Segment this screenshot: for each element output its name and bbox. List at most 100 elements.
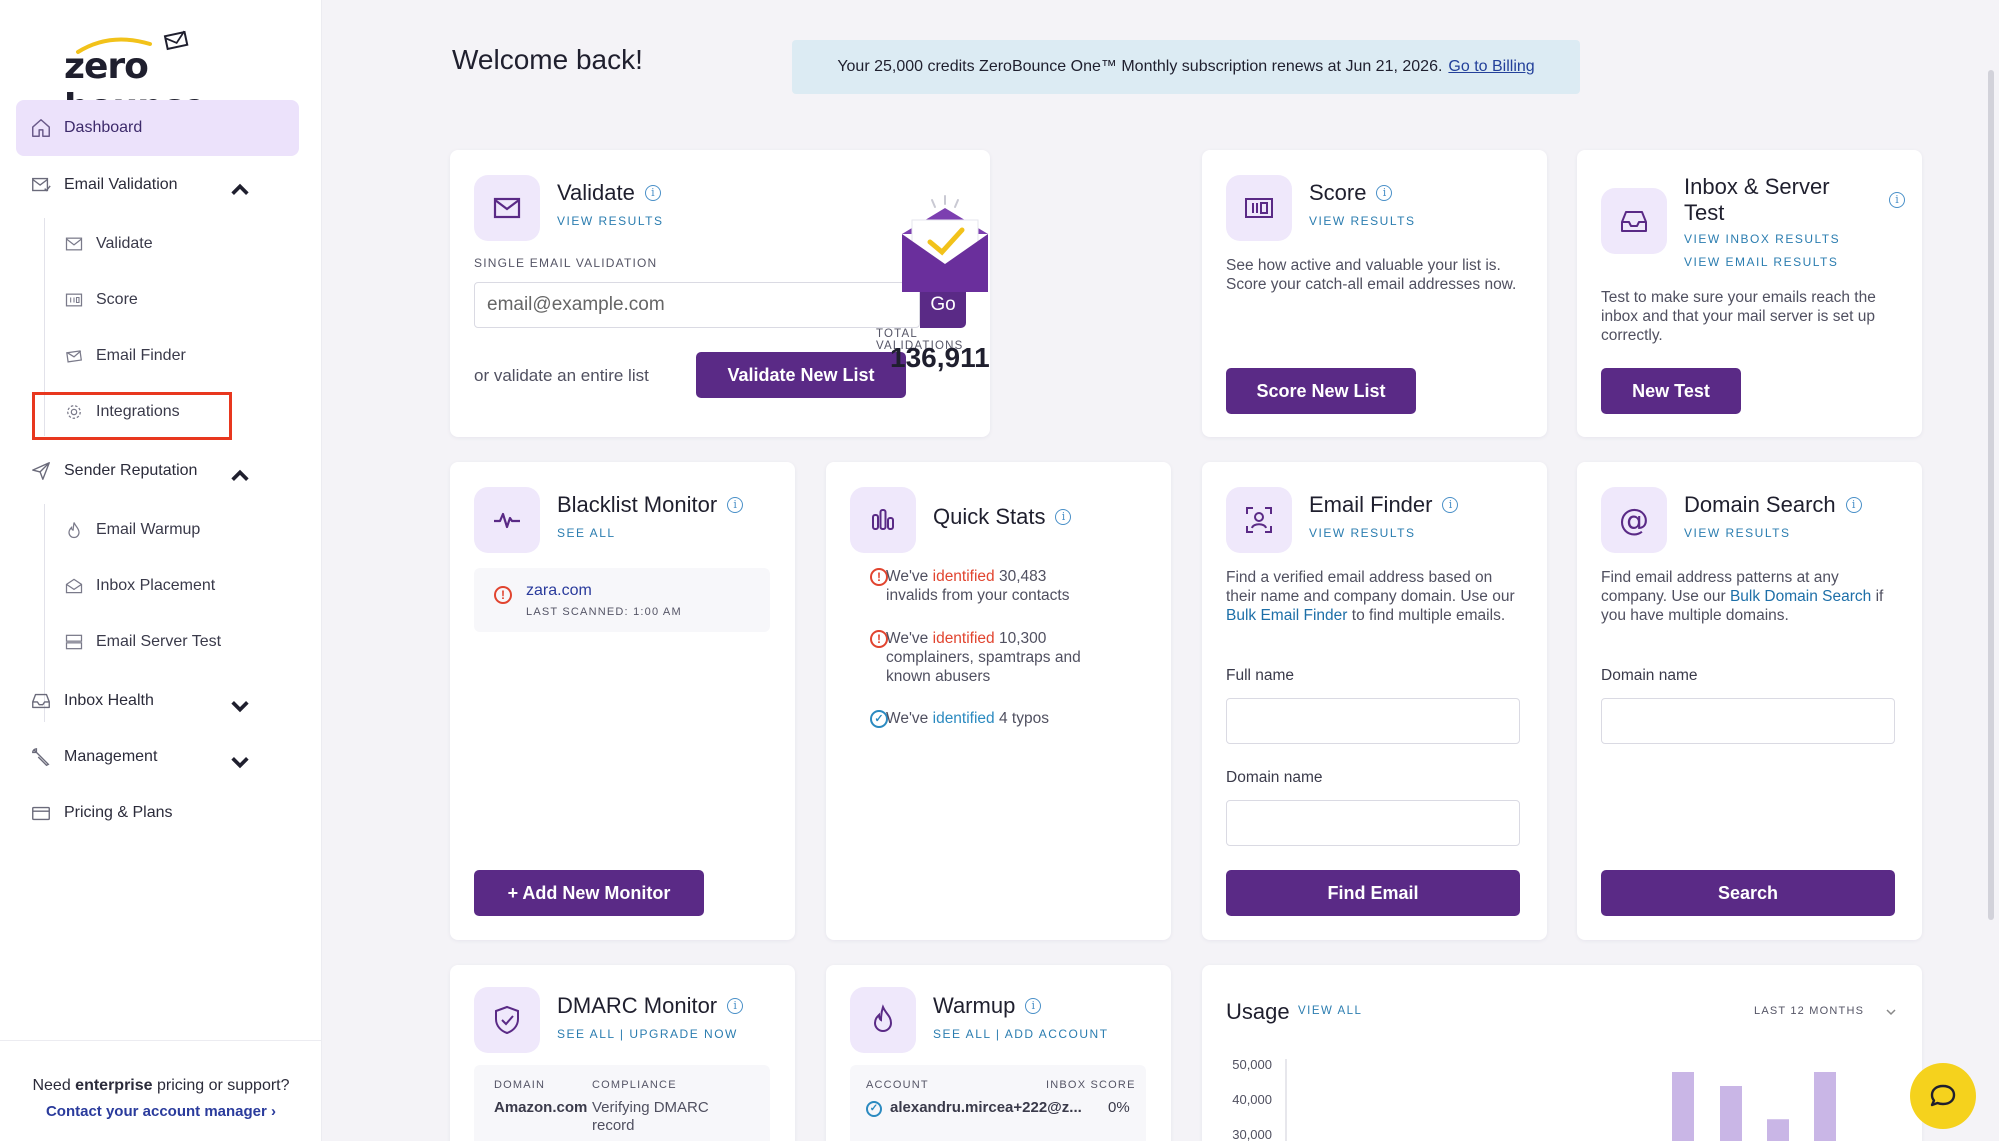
server-icon <box>65 634 83 650</box>
full-name-input[interactable] <box>1226 698 1520 744</box>
search-button[interactable]: Search <box>1601 870 1895 916</box>
sidebar-item-label: Email Validation <box>64 176 178 193</box>
usage-bar[interactable] <box>1814 1072 1836 1141</box>
blacklist-see-all-link[interactable]: SEE ALL <box>557 526 616 540</box>
bulk-email-finder-link[interactable]: Bulk Email Finder <box>1226 607 1347 624</box>
domain-name-label: Domain name <box>1601 667 1698 684</box>
info-icon[interactable]: i <box>1845 497 1862 513</box>
bar-chart-icon <box>872 509 894 530</box>
score-new-list-button[interactable]: Score New List <box>1226 368 1416 414</box>
domain-view-results-link[interactable]: VIEW RESULTS <box>1684 526 1790 540</box>
sidebar-item-email-finder[interactable]: Email Finder <box>64 346 186 366</box>
usage-bar[interactable] <box>1720 1086 1742 1141</box>
y-tick-label: 50,000 <box>1232 1057 1272 1072</box>
main-scrollbar[interactable] <box>1988 70 1994 920</box>
domain-name-input[interactable] <box>1601 698 1895 744</box>
validate-view-results-link[interactable]: VIEW RESULTS <box>557 214 663 228</box>
warmup-links[interactable]: SEE ALL | ADD ACCOUNT <box>933 1027 1109 1041</box>
banner-text: Your 25,000 credits ZeroBounce One™ Mont… <box>837 58 1443 75</box>
domain-search-icon-tile: @ <box>1601 487 1667 553</box>
inbox-title-line2: Test <box>1684 200 1725 225</box>
sidebar-item-validate[interactable]: Validate <box>64 234 153 254</box>
chat-button[interactable] <box>1910 1063 1976 1129</box>
sidebar-item-score[interactable]: Score <box>64 290 138 310</box>
sidebar-item-label: Inbox Health <box>64 692 154 709</box>
finder-description: Find a verified email address based on t… <box>1226 568 1526 625</box>
warmup-icon-tile <box>850 987 916 1053</box>
chevron-down-icon[interactable] <box>1885 1006 1897 1018</box>
score-view-results-link[interactable]: VIEW RESULTS <box>1309 214 1415 228</box>
chevron-up-icon[interactable] <box>229 465 251 487</box>
info-icon[interactable]: i <box>644 185 661 201</box>
info-icon[interactable]: i <box>1376 185 1393 201</box>
footer-text: Need enterprise pricing or support? <box>0 1077 322 1095</box>
domain-name-label: Domain name <box>1226 769 1323 786</box>
last-scanned: LAST SCANNED: 1:00 AM <box>526 606 682 618</box>
add-new-monitor-button[interactable]: + Add New Monitor <box>474 870 704 916</box>
usage-view-all-link[interactable]: VIEW ALL <box>1298 1005 1362 1017</box>
chevron-down-icon[interactable] <box>229 695 251 717</box>
validate-card: Validate i VIEW RESULTS SINGLE EMAIL VALI… <box>450 150 990 437</box>
blacklist-domain[interactable]: zara.com <box>526 582 592 600</box>
sidebar-item-email-validation[interactable]: Email Validation <box>16 157 299 213</box>
footer-bold: enterprise <box>75 1077 153 1094</box>
finder-domain-input[interactable] <box>1226 800 1520 846</box>
quick-stats-title-text: Quick Stats <box>933 504 1046 529</box>
info-icon[interactable]: i <box>1442 497 1459 513</box>
validate-title: Validate i <box>557 180 661 206</box>
info-icon[interactable]: i <box>727 998 744 1014</box>
view-inbox-results-link[interactable]: VIEW INBOX RESULTS <box>1684 232 1840 246</box>
footer-suffix: pricing or support? <box>157 1077 290 1094</box>
warmup-card: Warmup i SEE ALL | ADD ACCOUNT ACCOUNT IN… <box>826 965 1171 1141</box>
sidebar-item-inbox-placement[interactable]: Inbox Placement <box>64 576 215 596</box>
dmarc-domain-cell: Amazon.com <box>494 1099 588 1116</box>
warmup-account-cell[interactable]: alexandru.mircea+222@z... <box>890 1099 1082 1116</box>
at-sign-icon: @ <box>1619 502 1649 538</box>
contact-manager-link[interactable]: Contact your account manager › <box>0 1103 322 1120</box>
sidebar-item-label: Pricing & Plans <box>64 804 173 821</box>
zerobounce-logo[interactable]: zero bounce <box>60 22 260 128</box>
sidebar-item-sender-reputation[interactable]: Sender Reputation <box>16 443 299 499</box>
finder-icon-tile <box>1226 487 1292 553</box>
go-to-billing-link[interactable]: Go to Billing <box>1448 58 1534 76</box>
info-icon[interactable]: i <box>1055 509 1072 525</box>
email-finder-title-text: Email Finder <box>1309 492 1433 517</box>
warmup-table: ACCOUNT INBOX SCORE ✓ alexandru.mircea+2… <box>850 1065 1146 1141</box>
usage-bar[interactable] <box>1767 1119 1789 1141</box>
email-input[interactable]: email@example.com <box>474 282 920 328</box>
sidebar-item-dashboard[interactable]: Dashboard <box>16 100 299 156</box>
dmarc-compliance-cell: Verifying DMARC record <box>592 1099 709 1134</box>
find-email-button[interactable]: Find Email <box>1226 870 1520 916</box>
inbox-icon <box>32 693 50 709</box>
usage-bar[interactable] <box>1672 1072 1694 1141</box>
finder-desc-part1: Find a verified email address based on t… <box>1226 569 1515 605</box>
info-icon[interactable]: i <box>1025 998 1042 1014</box>
sidebar-item-pricing[interactable]: Pricing & Plans <box>16 785 299 841</box>
info-icon[interactable]: i <box>727 497 744 513</box>
info-icon[interactable]: i <box>1889 192 1905 208</box>
sidebar-item-label: Validate <box>96 235 153 252</box>
sidebar-item-label: Management <box>64 748 158 765</box>
new-test-button[interactable]: New Test <box>1601 368 1741 414</box>
chevron-up-icon[interactable] <box>229 179 251 201</box>
validate-new-list-button[interactable]: Validate New List <box>696 352 906 398</box>
flame-icon <box>68 522 80 539</box>
sidebar-item-email-server-test[interactable]: Email Server Test <box>64 632 221 652</box>
view-email-results-link[interactable]: VIEW EMAIL RESULTS <box>1684 255 1838 269</box>
email-input-placeholder: email@example.com <box>487 294 665 315</box>
dmarc-links[interactable]: SEE ALL | UPGRADE NOW <box>557 1027 738 1041</box>
blacklist-entry[interactable]: ! zara.com LAST SCANNED: 1:00 AM <box>474 568 770 632</box>
usage-title: Usage <box>1226 999 1290 1024</box>
sidebar-item-email-warmup[interactable]: Email Warmup <box>64 520 200 540</box>
dmarc-icon-tile <box>474 987 540 1053</box>
stat-prefix: We've <box>886 630 929 647</box>
bulk-domain-search-link[interactable]: Bulk Domain Search <box>1730 588 1871 605</box>
quick-stats-card: Quick Stats i ! We've identified 30,483 i… <box>826 462 1171 940</box>
usage-range-dropdown[interactable]: LAST 12 MONTHS <box>1754 1005 1864 1017</box>
chevron-down-icon[interactable] <box>229 751 251 773</box>
sidebar-item-management[interactable]: Management <box>16 729 299 785</box>
warmup-score-cell: 0% <box>1108 1099 1130 1116</box>
sidebar-item-inbox-health[interactable]: Inbox Health <box>16 673 299 729</box>
domain-search-card: @ Domain Search i VIEW RESULTS Find email… <box>1577 462 1922 940</box>
finder-view-results-link[interactable]: VIEW RESULTS <box>1309 526 1415 540</box>
